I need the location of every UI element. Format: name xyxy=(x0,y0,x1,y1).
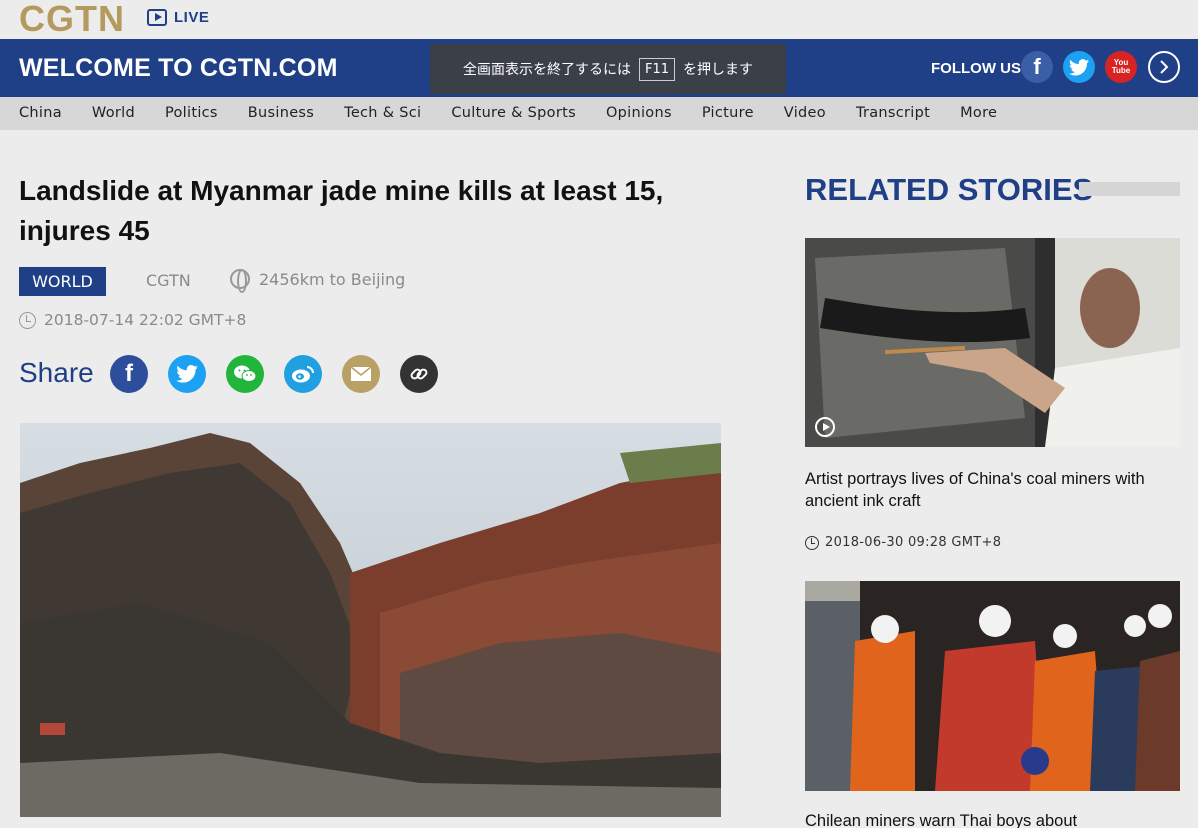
article-title: Landslide at Myanmar jade mine kills at … xyxy=(19,175,664,246)
fullscreen-notice: 全画面表示を終了するには F11 を押します xyxy=(430,44,786,94)
nav-item-picture[interactable]: Picture xyxy=(702,97,754,130)
category-badge[interactable]: WORLD xyxy=(19,267,106,296)
nav-item-video[interactable]: Video xyxy=(784,97,826,130)
article-distance: 2456km to Beijing xyxy=(230,269,406,293)
share-link-icon[interactable] xyxy=(400,355,438,393)
clock-icon xyxy=(805,535,819,550)
play-icon xyxy=(147,9,167,26)
date-text: 2018-07-14 22:02 GMT+8 xyxy=(44,311,247,329)
related-story-date: 2018-06-30 09:28 GMT+8 xyxy=(805,535,1001,550)
share-mail-icon[interactable] xyxy=(342,355,380,393)
facebook-icon[interactable]: f xyxy=(1021,51,1053,83)
nav-item-opinions[interactable]: Opinions xyxy=(606,97,672,130)
related-stories-title: RELATED STORIES xyxy=(805,172,1094,207)
share-label: Share xyxy=(19,357,94,388)
share-weibo-icon[interactable] xyxy=(284,355,322,393)
youtube-icon[interactable]: You Tube xyxy=(1105,51,1137,83)
share-wechat-icon[interactable] xyxy=(226,355,264,393)
share-twitter-icon[interactable] xyxy=(168,355,206,393)
related-story-date-text: 2018-06-30 09:28 GMT+8 xyxy=(825,535,1002,550)
nav-item-more[interactable]: More xyxy=(960,97,997,130)
share-facebook-icon[interactable]: f xyxy=(110,355,148,393)
nav-item-politics[interactable]: Politics xyxy=(165,97,218,130)
top-bar: CGTN LIVE xyxy=(0,0,1198,39)
globe-icon xyxy=(230,269,250,293)
nav-item-china[interactable]: China xyxy=(19,97,62,130)
welcome-title: WELCOME TO CGTN.COM xyxy=(19,54,338,82)
fullscreen-notice-before: 全画面表示を終了するには xyxy=(462,62,631,78)
play-icon[interactable] xyxy=(815,417,835,437)
chevron-right-icon[interactable] xyxy=(1148,51,1180,83)
article-source: CGTN xyxy=(146,271,191,290)
twitter-icon[interactable] xyxy=(1063,51,1095,83)
distance-text: 2456km to Beijing xyxy=(259,269,406,289)
follow-us-label: FOLLOW US xyxy=(931,60,1021,77)
main-nav: China World Politics Business Tech & Sci… xyxy=(0,97,1198,130)
article-hero-image xyxy=(20,423,721,817)
nav-item-transcript[interactable]: Transcript xyxy=(856,97,930,130)
related-story-title[interactable]: Chilean miners warn Thai boys about xyxy=(805,810,1180,828)
related-story-image[interactable] xyxy=(805,581,1180,791)
cgtn-logo[interactable]: CGTN xyxy=(19,0,125,38)
related-divider xyxy=(1079,182,1180,196)
related-story-image[interactable] xyxy=(805,238,1180,447)
related-story-title[interactable]: Artist portrays lives of China's coal mi… xyxy=(805,468,1180,512)
nav-item-business[interactable]: Business xyxy=(248,97,314,130)
header-bar: WELCOME TO CGTN.COM 全画面表示を終了するには F11 を押し… xyxy=(0,39,1198,97)
f11-key: F11 xyxy=(638,57,676,81)
nav-item-culture-sports[interactable]: Culture & Sports xyxy=(451,97,576,130)
live-link[interactable]: LIVE xyxy=(147,9,209,26)
clock-icon xyxy=(19,311,36,329)
article-date: 2018-07-14 22:02 GMT+8 xyxy=(19,311,246,329)
fullscreen-notice-after: を押します xyxy=(683,62,754,78)
nav-item-tech-sci[interactable]: Tech & Sci xyxy=(344,97,421,130)
nav-item-world[interactable]: World xyxy=(92,97,135,130)
live-label: LIVE xyxy=(174,9,210,26)
